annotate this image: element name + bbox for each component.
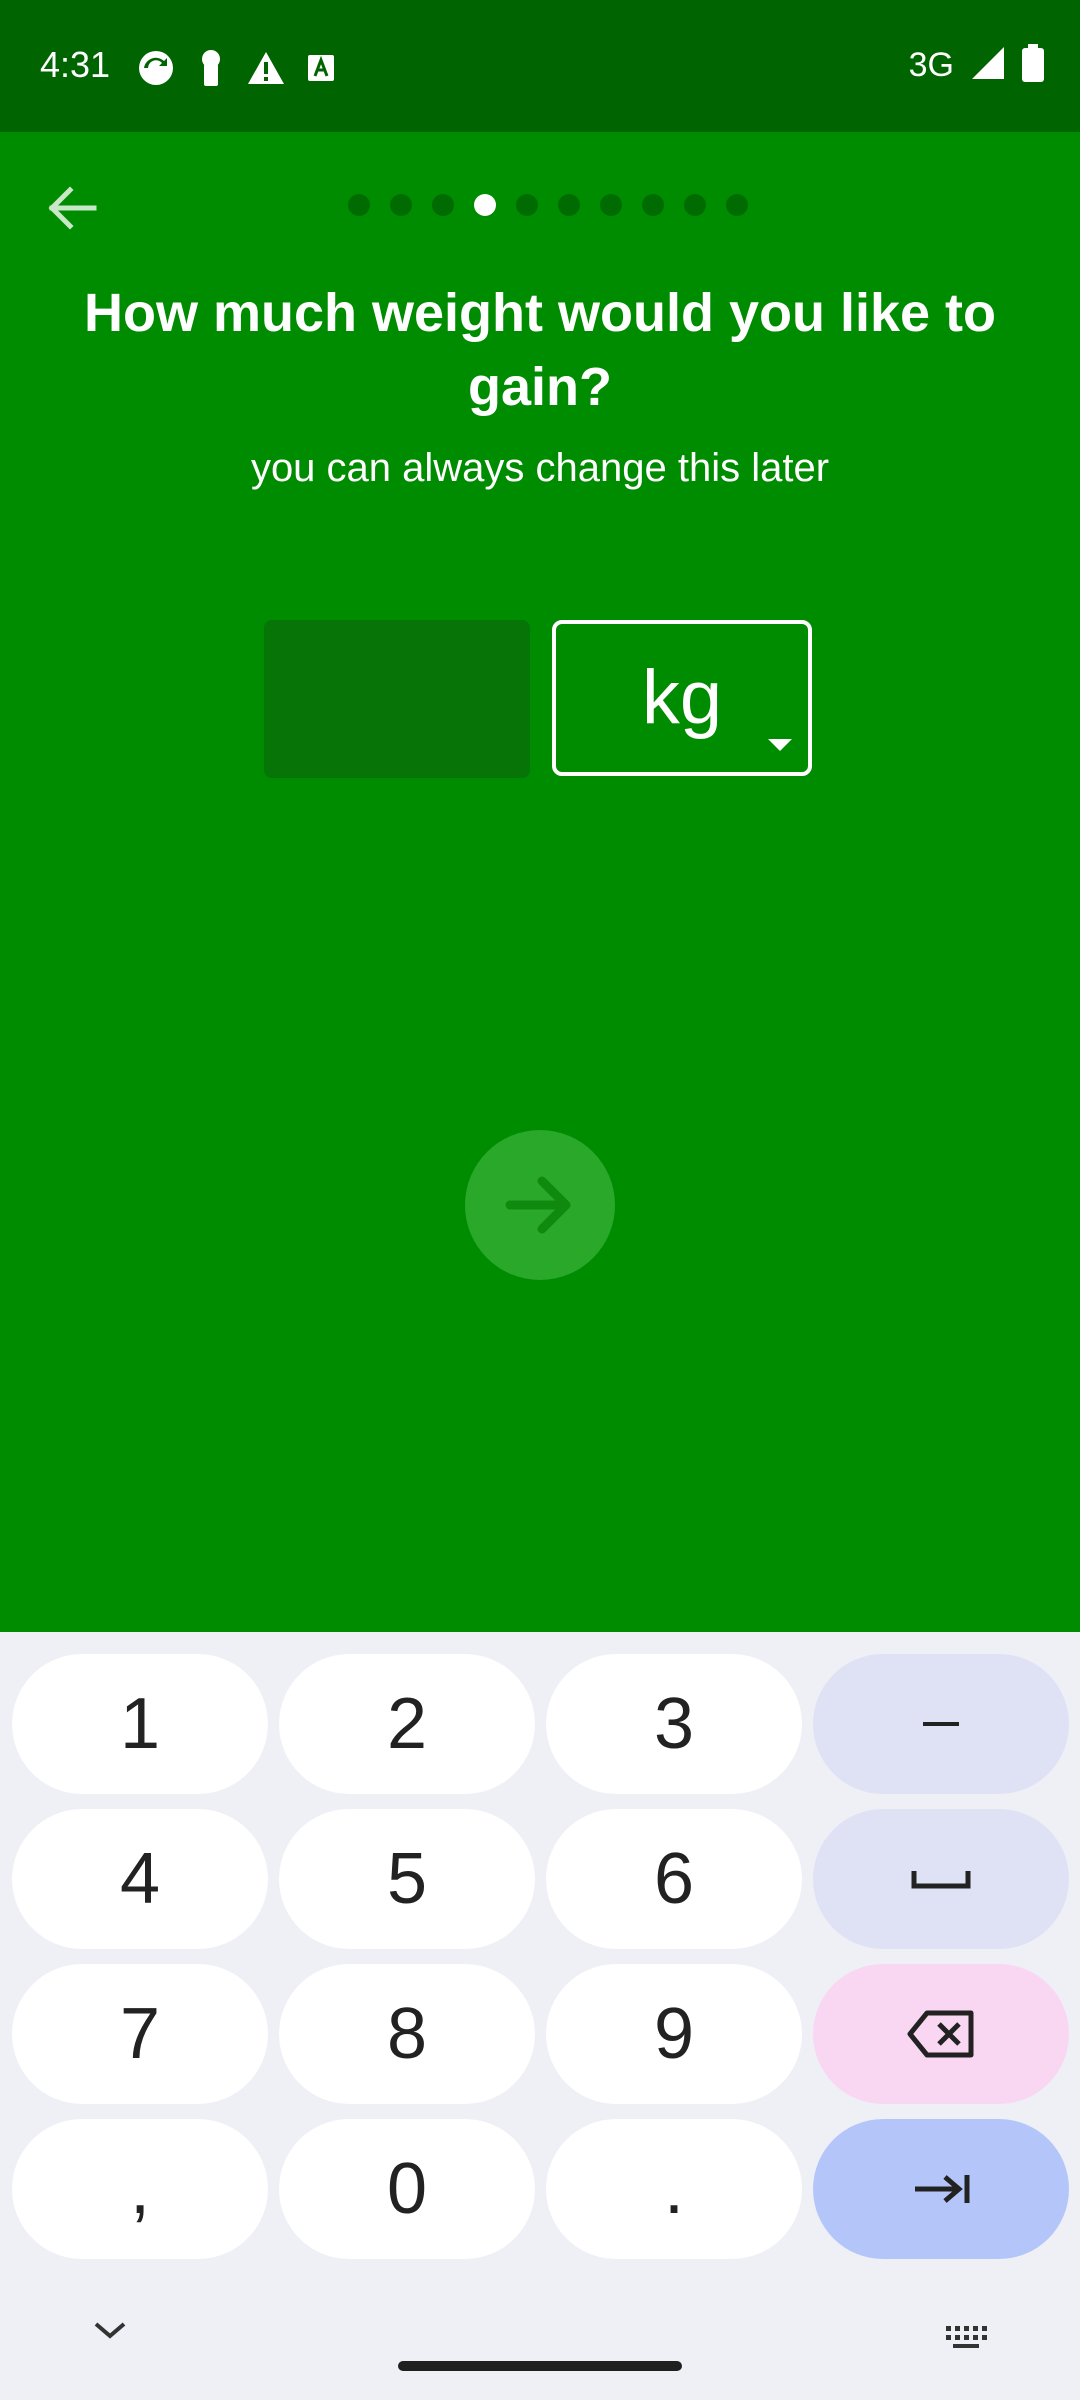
progress-indicator	[348, 194, 748, 216]
onboarding-screen: How much weight would you like to gain? …	[0, 132, 1080, 1632]
minus-icon	[923, 1722, 959, 1726]
key-9[interactable]: 9	[546, 1964, 802, 2104]
key-4[interactable]: 4	[12, 1809, 268, 1949]
key-5[interactable]: 5	[279, 1809, 535, 1949]
progress-dot	[642, 194, 664, 216]
arrow-back-icon	[48, 186, 97, 230]
status-bar: 4:31 3G	[0, 0, 1080, 132]
progress-dot	[474, 194, 496, 216]
minus-key[interactable]	[813, 1654, 1069, 1794]
key-6[interactable]: 6	[546, 1809, 802, 1949]
tab-key[interactable]	[813, 2119, 1069, 2259]
keyboard-switch-button[interactable]	[944, 2324, 988, 2355]
key-3[interactable]: 3	[546, 1654, 802, 1794]
key-2[interactable]: 2	[279, 1654, 535, 1794]
progress-dot	[684, 194, 706, 216]
numeric-keyboard: 1 2 3 4 5 6 7 8 9 , 0 .	[0, 1632, 1080, 2400]
signal-icon	[970, 45, 1006, 86]
keyboard-icon	[946, 2326, 987, 2348]
weight-input[interactable]	[264, 620, 530, 778]
backspace-icon	[907, 2010, 974, 2058]
warning-icon	[246, 50, 286, 91]
network-type: 3G	[908, 46, 954, 84]
unit-dropdown[interactable]: kg	[552, 620, 812, 776]
period-key[interactable]: .	[546, 2119, 802, 2259]
progress-dot	[432, 194, 454, 216]
keyhole-icon	[196, 48, 226, 93]
tab-arrow-icon	[915, 2175, 970, 2203]
progress-dot	[516, 194, 538, 216]
key-8[interactable]: 8	[279, 1964, 535, 2104]
progress-dot	[726, 194, 748, 216]
progress-dot	[348, 194, 370, 216]
backspace-key[interactable]	[813, 1964, 1069, 2104]
next-button[interactable]	[465, 1130, 615, 1280]
status-time: 4:31	[40, 44, 111, 85]
chevron-down-icon	[766, 737, 794, 758]
font-icon	[306, 53, 336, 88]
comma-key[interactable]: ,	[12, 2119, 268, 2259]
arrow-forward-icon	[505, 1176, 571, 1234]
back-button[interactable]	[36, 172, 108, 244]
progress-dot	[600, 194, 622, 216]
space-icon	[911, 1871, 971, 1889]
key-0[interactable]: 0	[279, 2119, 535, 2259]
navigation-handle[interactable]	[398, 2361, 682, 2371]
keyboard-collapse-button[interactable]	[90, 2318, 130, 2347]
chevron-down-icon	[94, 2322, 126, 2339]
space-key[interactable]	[813, 1809, 1069, 1949]
key-7[interactable]: 7	[12, 1964, 268, 2104]
battery-icon	[1022, 44, 1044, 87]
progress-dot	[558, 194, 580, 216]
unit-value: kg	[641, 655, 723, 740]
page-subtitle: you can always change this later	[250, 446, 830, 490]
page-title: How much weight would you like to gain?	[83, 283, 996, 417]
sync-icon	[136, 48, 176, 93]
key-1[interactable]: 1	[12, 1654, 268, 1794]
progress-dot	[390, 194, 412, 216]
